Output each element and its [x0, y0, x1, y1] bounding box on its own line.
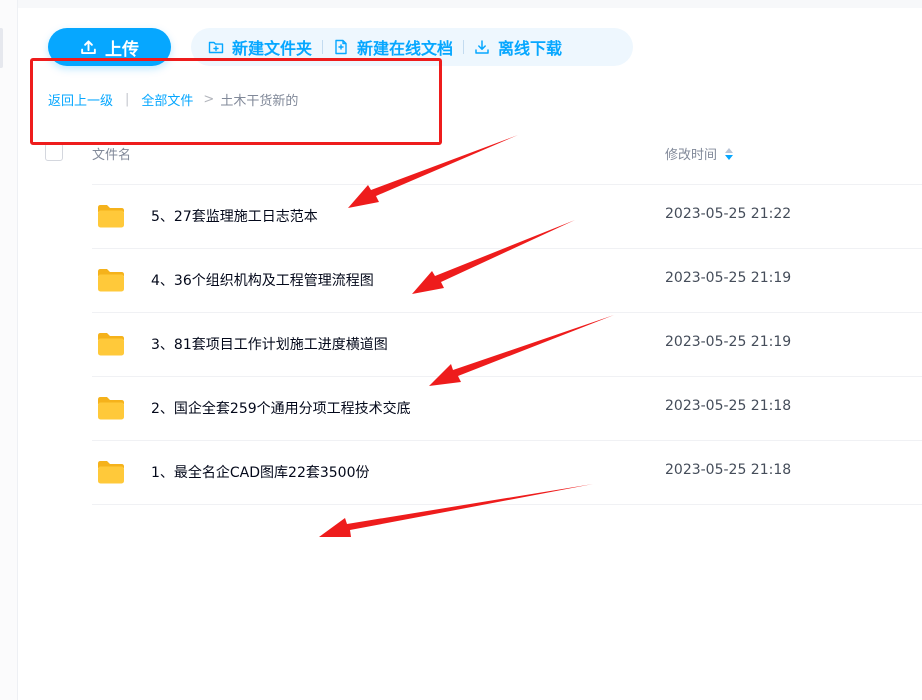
file-modified-time: 2023-05-25 21:18	[665, 398, 792, 414]
table-row[interactable]: 4、36个组织机构及工程管理流程图 2023-05-25 21:19	[92, 249, 922, 313]
upload-icon	[81, 39, 96, 54]
upload-label: 上传	[105, 39, 139, 60]
column-header-modified[interactable]: 修改时间	[665, 144, 734, 163]
new-doc-icon	[335, 39, 347, 55]
file-name[interactable]: 1、最全名企CAD图库22套3500份	[151, 462, 369, 482]
table-row[interactable]: 2、国企全套259个通用分项工程技术交底 2023-05-25 21:18	[92, 377, 922, 441]
new-folder-label: 新建文件夹	[232, 39, 313, 58]
table-row[interactable]: 1、最全名企CAD图库22套3500份 2023-05-25 21:18	[92, 441, 922, 505]
folder-icon	[98, 461, 124, 484]
file-name[interactable]: 3、81套项目工作计划施工进度横道图	[151, 334, 388, 354]
new-folder-icon	[208, 41, 224, 54]
back-link[interactable]: 返回上一级	[48, 90, 113, 109]
breadcrumb: 返回上一级 | 全部文件 > 土木干货新的	[48, 88, 298, 110]
upload-button[interactable]: 上传	[48, 28, 171, 66]
file-name[interactable]: 5、27套监理施工日志范本	[151, 206, 318, 226]
column-header-name[interactable]: 文件名	[92, 144, 131, 163]
toolbar-divider	[463, 40, 465, 54]
breadcrumb-current: 土木干货新的	[220, 93, 299, 109]
new-online-doc-button[interactable]: 新建在线文档	[333, 35, 453, 59]
new-folder-button[interactable]: 新建文件夹	[208, 35, 312, 59]
table-row[interactable]: 5、27套监理施工日志范本 2023-05-25 21:22	[92, 185, 922, 249]
folder-icon	[98, 269, 124, 292]
breadcrumb-arrow: >	[203, 91, 215, 107]
offline-download-label: 离线下载	[498, 39, 563, 58]
file-name[interactable]: 2、国企全套259个通用分项工程技术交底	[151, 398, 411, 418]
file-modified-time: 2023-05-25 21:19	[665, 270, 792, 286]
breadcrumb-separator: |	[125, 91, 130, 107]
file-list: 5、27套监理施工日志范本 2023-05-25 21:22 4、36个组织机构及工…	[92, 185, 922, 505]
file-modified-time: 2023-05-25 21:22	[665, 206, 792, 222]
offline-download-button[interactable]: 离线下载	[474, 35, 562, 59]
column-header-modified-label: 修改时间	[665, 148, 718, 163]
file-modified-time: 2023-05-25 21:19	[665, 334, 792, 350]
sidebar-collapse-tab[interactable]	[0, 28, 3, 68]
toolbar-group: 新建文件夹 新建在线文档 离线下载	[191, 28, 633, 66]
download-icon	[475, 40, 489, 54]
folder-icon	[98, 333, 124, 356]
sort-icon[interactable]	[725, 147, 734, 160]
file-name[interactable]: 4、36个组织机构及工程管理流程图	[151, 270, 374, 290]
top-strip	[18, 0, 922, 8]
select-all-checkbox[interactable]	[45, 143, 63, 161]
table-row[interactable]: 3、81套项目工作计划施工进度横道图 2023-05-25 21:19	[92, 313, 922, 377]
left-sidebar	[0, 0, 18, 700]
toolbar-divider	[322, 40, 324, 54]
folder-icon	[98, 397, 124, 420]
new-doc-label: 新建在线文档	[357, 39, 454, 58]
file-modified-time: 2023-05-25 21:18	[665, 462, 792, 478]
folder-icon	[98, 205, 124, 228]
all-files-link[interactable]: 全部文件	[141, 90, 193, 109]
